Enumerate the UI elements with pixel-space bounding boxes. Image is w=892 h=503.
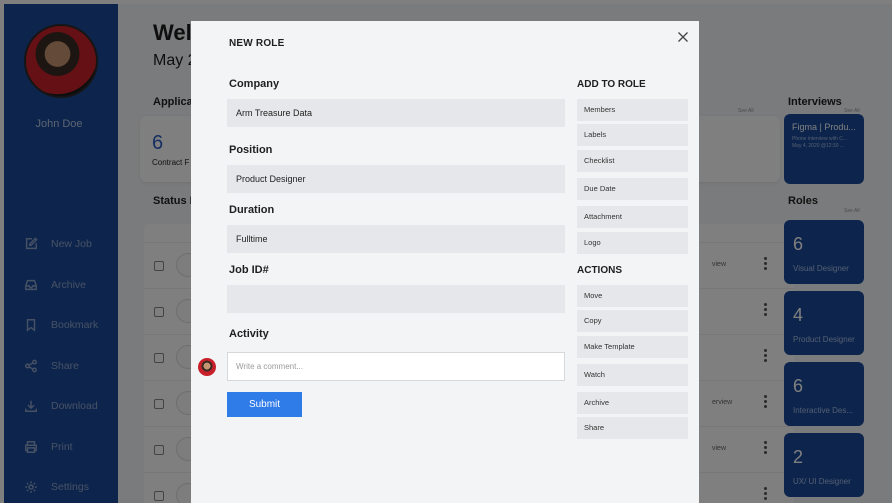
move-button[interactable]: Move [577, 285, 688, 307]
job-id-field[interactable] [227, 285, 565, 313]
labels-button[interactable]: Labels [577, 124, 688, 146]
modal-title: NEW ROLE [229, 38, 285, 49]
company-field[interactable]: Arm Treasure Data [227, 99, 565, 127]
commenter-avatar [198, 358, 216, 376]
archive-button[interactable]: Archive [577, 392, 688, 414]
close-icon [678, 32, 688, 42]
new-role-modal: NEW ROLE Company Arm Treasure Data Posit… [191, 21, 699, 503]
attachment-button[interactable]: Attachment [577, 206, 688, 228]
share-button[interactable]: Share [577, 417, 688, 439]
duration-field[interactable]: Fulltime [227, 225, 565, 253]
job-id-label: Job ID# [229, 264, 269, 276]
watch-button[interactable]: Watch [577, 364, 688, 386]
copy-button[interactable]: Copy [577, 310, 688, 332]
checklist-button[interactable]: Checklist [577, 150, 688, 172]
logo-button[interactable]: Logo [577, 232, 688, 254]
add-to-role-heading: ADD TO ROLE [577, 79, 646, 90]
close-button[interactable] [675, 29, 691, 45]
members-button[interactable]: Members [577, 99, 688, 121]
activity-label: Activity [229, 328, 269, 340]
position-field[interactable]: Product Designer [227, 165, 565, 193]
due-date-button[interactable]: Due Date [577, 178, 688, 200]
make-template-button[interactable]: Make Template [577, 336, 688, 358]
position-label: Position [229, 144, 273, 156]
actions-heading: ACTIONS [577, 265, 622, 276]
submit-button[interactable]: Submit [227, 392, 302, 417]
comment-input[interactable] [227, 352, 565, 381]
company-label: Company [229, 78, 280, 90]
duration-label: Duration [229, 204, 275, 216]
